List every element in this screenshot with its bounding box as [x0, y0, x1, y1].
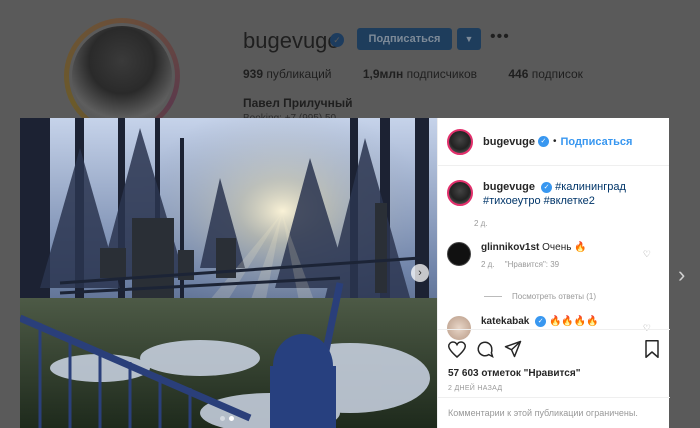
profile-username: bugevuge: [243, 28, 340, 53]
comment-time: 2 д.: [481, 260, 495, 269]
like-heart-icon[interactable]: [448, 340, 466, 358]
comment-item: glinnikov1st Очень 🔥 2 д. "Нравится": 39: [447, 242, 587, 269]
post-side-panel: bugevuge ✓ • Подписаться bugevuge ✓ #кал…: [437, 118, 670, 428]
bookmark-icon[interactable]: [644, 340, 660, 358]
comment-text: 🔥🔥🔥🔥: [548, 316, 599, 328]
comment-username[interactable]: glinnikov1st: [481, 242, 539, 253]
verified-icon: ✓: [535, 316, 547, 327]
view-replies-link[interactable]: Посмотреть ответы (1): [484, 292, 596, 301]
comment-icon[interactable]: [476, 340, 494, 358]
verified-icon: ✓: [537, 136, 549, 147]
post-caption: bugevuge ✓ #калининград #тихоеутро #вкле…: [447, 180, 663, 208]
replies-divider: [484, 296, 502, 297]
post-modal: › bugevuge ✓ • Подписаться bugevuge ✓ #к…: [20, 118, 670, 428]
action-icons-row: [448, 339, 660, 359]
posts-stat: 939 публикаций: [243, 67, 332, 81]
followers-stat[interactable]: 1,9млн подписчиков: [363, 67, 477, 81]
verified-badge-icon: ✓: [330, 33, 344, 47]
author-username[interactable]: bugevuge: [483, 136, 535, 148]
post-photo[interactable]: ›: [20, 118, 437, 428]
comment-meta: 2 д. "Нравится": 39: [481, 260, 587, 269]
comments-limited-notice: Комментарии к этой публикации ограничены…: [438, 397, 670, 428]
profile-full-name: Павел Прилучный: [243, 96, 353, 110]
next-post-icon[interactable]: ›: [678, 262, 685, 288]
caption-username[interactable]: bugevuge: [483, 181, 535, 193]
comment-body: glinnikov1st Очень 🔥 2 д. "Нравится": 39: [481, 242, 587, 269]
next-photo-icon[interactable]: ›: [411, 264, 429, 282]
comment-text: Очень 🔥: [542, 242, 587, 253]
heart-icon[interactable]: ♡: [643, 249, 651, 260]
carousel-dot: [220, 416, 225, 421]
post-actions: 57 603 отметок "Нравится" 2 ДНЕЙ НАЗАД: [438, 329, 670, 401]
caption-author-avatar[interactable]: [447, 180, 473, 206]
following-stat[interactable]: 446 подписок: [508, 67, 583, 81]
post-header: bugevuge ✓ • Подписаться: [438, 118, 669, 166]
carousel-dots: [220, 416, 234, 421]
view-replies-label: Посмотреть ответы (1): [512, 292, 597, 301]
profile-avatar[interactable]: [69, 23, 175, 129]
author-avatar[interactable]: [447, 128, 473, 155]
chevron-down-icon[interactable]: ▼: [457, 28, 481, 50]
commenter-avatar[interactable]: [447, 242, 471, 266]
verified-icon: ✓: [541, 181, 553, 193]
more-options-icon[interactable]: •••: [490, 28, 510, 46]
share-icon[interactable]: [504, 340, 522, 358]
comment-likes[interactable]: "Нравится": 39: [505, 260, 559, 269]
cemetery-forest-image: [20, 118, 437, 428]
likes-count[interactable]: 57 603 отметок "Нравится": [448, 368, 660, 379]
caption-text: bugevuge ✓ #калининград #тихоеутро #вкле…: [483, 180, 663, 208]
post-follow-button[interactable]: Подписаться: [560, 136, 632, 148]
post-date[interactable]: 2 ДНЕЙ НАЗАД: [448, 385, 660, 392]
profile-stats: 939 публикаций 1,9млн подписчиков 446 по…: [243, 67, 611, 81]
comment-username[interactable]: katekabak: [481, 316, 529, 327]
separator-dot: •: [552, 136, 557, 147]
profile-follow-button[interactable]: Подписаться: [357, 28, 452, 50]
carousel-dot-active: [229, 416, 234, 421]
caption-timestamp: 2 д.: [474, 219, 488, 228]
